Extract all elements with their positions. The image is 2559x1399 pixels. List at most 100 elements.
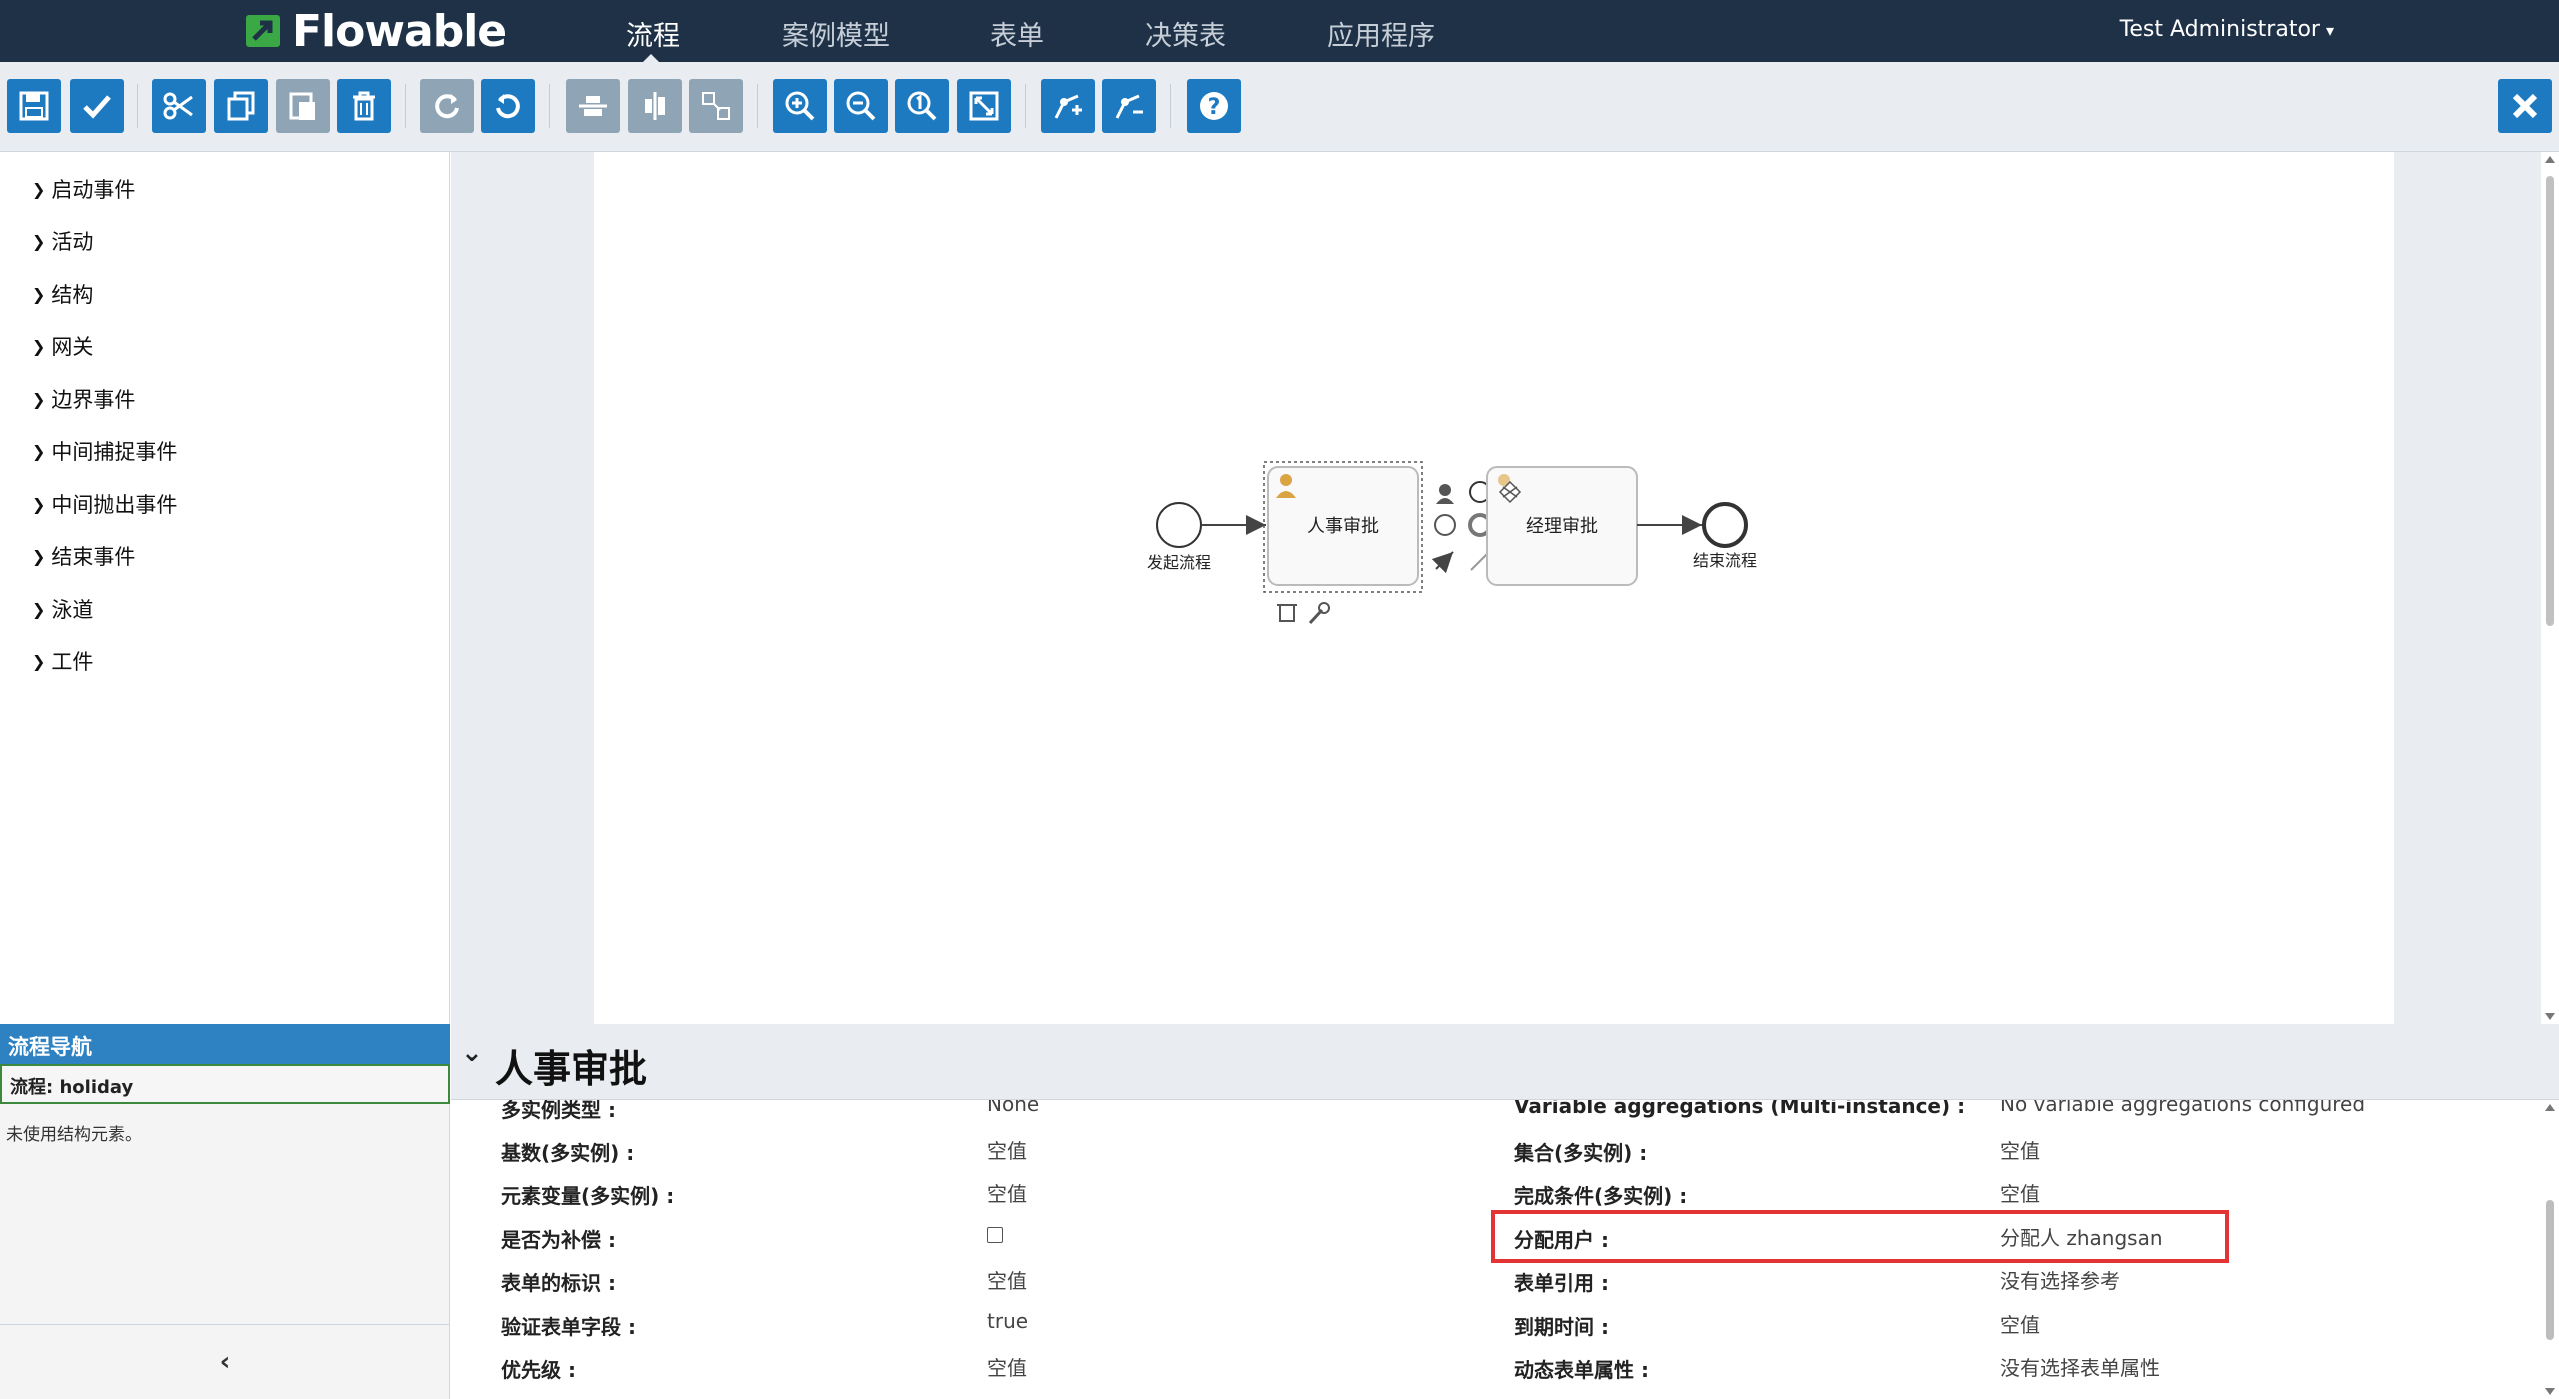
palette-group-label: 结构: [51, 283, 94, 307]
palette-group-intermediate-catch[interactable]: ❯ 中间捕捉事件: [32, 436, 177, 466]
palette-group-activities[interactable]: ❯ 活动: [32, 226, 93, 256]
align-horizontal-button[interactable]: [566, 79, 620, 133]
prop-value-form-reference[interactable]: 没有选择参考: [2000, 1265, 2120, 1294]
same-size-button[interactable]: [689, 79, 743, 133]
palette-group-swimlanes[interactable]: ❯ 泳道: [32, 594, 93, 624]
task-label: 人事审批: [1307, 516, 1379, 536]
properties-scrollbar[interactable]: [2541, 1100, 2559, 1399]
prop-value-validate-form-fields[interactable]: true: [987, 1309, 1028, 1333]
shape-palette: ❯ 启动事件 ❯ 活动 ❯ 结构 ❯ 网关 ❯ 边界事件 ❯ 中间捕捉事件 ❯ 中间抛出事件 …: [0, 152, 450, 1024]
canvas-scrollbar[interactable]: [2541, 152, 2559, 1024]
end-event[interactable]: 结束流程: [1693, 502, 1757, 570]
align-horizontal-icon: [579, 96, 607, 116]
start-event[interactable]: 发起流程: [1147, 502, 1211, 572]
palette-group-boundary-events[interactable]: ❯ 边界事件: [32, 384, 135, 414]
properties-header[interactable]: ⌄ 人事审批: [451, 1024, 2559, 1100]
scroll-down-icon[interactable]: [2545, 1388, 2555, 1395]
chevron-right-icon: ❯: [32, 441, 46, 461]
prop-value-element-variable[interactable]: 空值: [987, 1178, 1027, 1207]
prop-value-multi-instance-type[interactable]: None: [987, 1100, 1039, 1116]
navigator-process-item[interactable]: 流程: holiday: [0, 1064, 450, 1104]
copy-button[interactable]: [214, 79, 268, 133]
context-association-icon[interactable]: [1470, 552, 1489, 571]
prop-value-priority[interactable]: 空值: [987, 1352, 1027, 1381]
scroll-thumb[interactable]: [2546, 176, 2554, 626]
nav-case-model[interactable]: 案例模型: [782, 14, 890, 53]
scroll-up-icon[interactable]: [2545, 1104, 2555, 1111]
assignment-highlight-box: [1491, 1210, 2229, 1263]
palette-group-label: 中间抛出事件: [51, 493, 178, 517]
redo-icon: [435, 94, 459, 119]
palette-group-artifacts[interactable]: ❯ 工件: [32, 646, 93, 676]
prop-label-form-key: 表单的标识 :: [501, 1271, 616, 1295]
palette-group-label: 边界事件: [51, 388, 136, 412]
palette-group-gateways[interactable]: ❯ 网关: [32, 331, 93, 361]
prop-value-due-date[interactable]: 空值: [2000, 1309, 2040, 1338]
nav-process[interactable]: 流程: [626, 14, 680, 53]
chevron-right-icon: ❯: [32, 546, 46, 566]
fit-screen-icon: [969, 91, 999, 121]
prop-label-is-compensation: 是否为补偿 :: [501, 1228, 616, 1252]
context-wrench-icon[interactable]: [1308, 602, 1330, 625]
remove-bendpoint-button[interactable]: [1102, 79, 1156, 133]
prop-value-cardinality[interactable]: 空值: [987, 1135, 1027, 1164]
close-icon: [2512, 93, 2538, 119]
context-trash-icon[interactable]: [1277, 604, 1297, 622]
collapse-panel-button[interactable]: ‹: [0, 1324, 450, 1399]
paste-button[interactable]: [276, 79, 330, 133]
close-button[interactable]: [2498, 79, 2552, 133]
top-navbar: Flowable 流程 案例模型 表单 决策表 应用程序 Test Admini…: [0, 0, 2559, 62]
save-button[interactable]: [7, 79, 61, 133]
align-vertical-button[interactable]: [628, 79, 682, 133]
zoom-actual-icon: [907, 91, 937, 121]
remove-bendpoint-icon: [1115, 94, 1143, 119]
end-event-label: 结束流程: [1693, 552, 1757, 570]
palette-group-end-events[interactable]: ❯ 结束事件: [32, 541, 135, 571]
nav-decision-tables[interactable]: 决策表: [1145, 14, 1226, 53]
context-connect-icon[interactable]: [1431, 551, 1454, 574]
zoom-actual-button[interactable]: [895, 79, 949, 133]
context-user-task-icon[interactable]: [1436, 484, 1454, 504]
prop-value-form-key[interactable]: 空值: [987, 1265, 1027, 1294]
palette-group-start-events[interactable]: ❯ 启动事件: [32, 174, 135, 204]
add-bendpoint-button[interactable]: [1041, 79, 1095, 133]
palette-group-structural[interactable]: ❯ 结构: [32, 279, 93, 309]
prop-label-form-properties: 动态表单属性 :: [1514, 1358, 1649, 1382]
prop-value-completion-condition[interactable]: 空值: [2000, 1178, 2040, 1207]
scroll-down-icon[interactable]: [2545, 1013, 2555, 1020]
prop-value-form-properties[interactable]: 没有选择表单属性: [2000, 1352, 2160, 1381]
redo-button[interactable]: [420, 79, 474, 133]
palette-group-intermediate-throw[interactable]: ❯ 中间抛出事件: [32, 489, 177, 519]
chevron-right-icon: ❯: [32, 284, 46, 304]
palette-group-label: 启动事件: [51, 178, 136, 202]
prop-checkbox-is-compensation[interactable]: [987, 1227, 1003, 1243]
zoom-in-button[interactable]: [773, 79, 827, 133]
delete-button[interactable]: [337, 79, 391, 133]
zoom-out-button[interactable]: [834, 79, 888, 133]
flowable-logo[interactable]: Flowable: [244, 5, 507, 57]
logo-text: Flowable: [292, 5, 507, 57]
cut-button[interactable]: [152, 79, 206, 133]
prop-value-variable-aggregations[interactable]: No variable aggregations configured: [2000, 1100, 2365, 1116]
nav-apps[interactable]: 应用程序: [1327, 14, 1435, 53]
help-icon: ?: [1200, 92, 1228, 120]
add-bendpoint-icon: [1054, 94, 1082, 119]
help-button[interactable]: ?: [1187, 79, 1241, 133]
paste-icon: [289, 92, 315, 120]
user-menu[interactable]: Test Administrator ▾: [2120, 17, 2334, 42]
align-vertical-icon: [645, 92, 665, 120]
context-timer-icon[interactable]: [1434, 514, 1456, 536]
nav-forms[interactable]: 表单: [990, 14, 1044, 53]
undo-button[interactable]: [481, 79, 535, 133]
zoom-fit-button[interactable]: [957, 79, 1011, 133]
save-icon: [19, 91, 49, 121]
chevron-right-icon: ❯: [32, 599, 46, 619]
user-task-hr-approval[interactable]: 人事审批: [1267, 466, 1419, 586]
chevron-down-icon[interactable]: ⌄: [461, 1038, 483, 1068]
trash-icon: [353, 91, 375, 121]
prop-value-collection[interactable]: 空值: [2000, 1135, 2040, 1164]
scroll-thumb[interactable]: [2546, 1200, 2554, 1340]
validate-button[interactable]: [70, 79, 124, 133]
diagram-canvas[interactable]: 发起流程 人事审批 经理审批 结束流程: [594, 152, 2394, 1024]
scroll-up-icon[interactable]: [2545, 156, 2555, 163]
